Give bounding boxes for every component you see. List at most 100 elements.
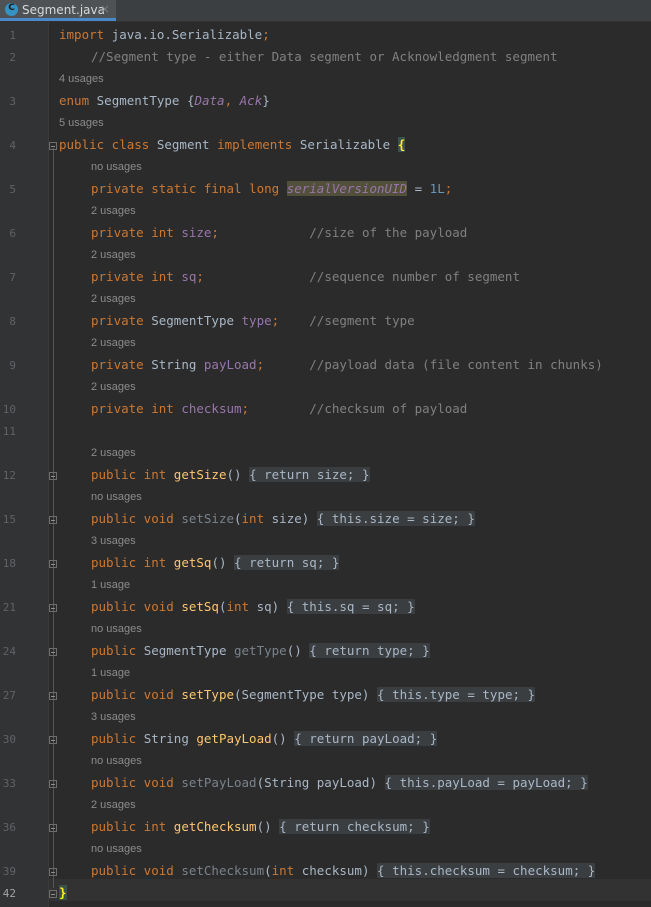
code-token: public void <box>91 599 182 614</box>
code-token: ; <box>407 819 415 834</box>
close-icon[interactable]: × <box>100 2 110 16</box>
fold-toggle-icon[interactable] <box>49 648 57 656</box>
code-token: Segment <box>156 137 218 152</box>
code-token: } <box>262 93 270 108</box>
gutter-separator <box>48 22 49 907</box>
code-token: setPayLoad <box>181 775 257 790</box>
code-line[interactable]: private int sq; //sequence number of seg… <box>91 269 520 284</box>
line-number: 18 <box>2 557 16 570</box>
code-token: { <box>309 643 325 658</box>
code-token: { <box>316 511 332 526</box>
code-token: return <box>264 467 317 482</box>
code-token: //payload data (file content in chunks) <box>309 357 603 372</box>
code-token: (SegmentType type) <box>234 687 377 702</box>
fold-toggle-icon[interactable] <box>49 472 57 480</box>
code-line[interactable]: import java.io.Serializable; <box>59 27 270 42</box>
line-number: 3 <box>9 95 16 108</box>
code-token: ; <box>211 225 219 240</box>
code-token: return <box>294 819 347 834</box>
usages-hint[interactable]: 2 usages <box>91 205 136 217</box>
tab-segment-java[interactable]: C Segment.java × <box>0 0 116 21</box>
fold-toggle-icon[interactable] <box>49 824 57 832</box>
line-number-gutter[interactable] <box>0 22 48 907</box>
code-token: private <box>91 313 152 328</box>
fold-toggle-icon[interactable] <box>49 736 57 744</box>
code-token: this <box>392 687 423 702</box>
code-token: { <box>234 555 250 570</box>
code-token: public int <box>91 555 174 570</box>
code-line[interactable]: public int getSq() { return sq; } <box>91 555 340 570</box>
usages-hint[interactable]: 4 usages <box>59 73 104 85</box>
code-token: private <box>91 357 152 372</box>
fold-toggle-icon[interactable] <box>49 516 57 524</box>
code-line[interactable]: public void setChecksum(int checksum) { … <box>91 863 596 878</box>
code-token: //Segment type - either Data segment or … <box>91 49 558 64</box>
code-line[interactable]: private String payLoad; //payload data (… <box>91 357 603 372</box>
usages-hint[interactable]: no usages <box>91 755 142 767</box>
usages-hint[interactable]: 2 usages <box>91 249 136 261</box>
code-line[interactable]: private int size; //size of the payload <box>91 225 467 240</box>
code-token: ; <box>407 643 415 658</box>
code-token: ; <box>241 401 250 416</box>
code-line[interactable]: private int checksum; //checksum of payl… <box>91 401 467 416</box>
code-line[interactable]: public int getSize() { return size; } <box>91 467 370 482</box>
usages-hint[interactable]: 2 usages <box>91 337 136 349</box>
usages-hint[interactable]: 5 usages <box>59 117 104 129</box>
code-line[interactable]: public String getPayLoad() { return payL… <box>91 731 438 746</box>
fold-toggle-icon[interactable] <box>49 890 57 898</box>
line-number: 12 <box>2 469 16 482</box>
code-token: () <box>271 731 295 746</box>
code-line[interactable]: } <box>59 885 67 900</box>
code-line[interactable]: private static final long serialVersionU… <box>91 181 452 196</box>
code-line[interactable]: enum SegmentType {Data, Ack} <box>59 93 270 108</box>
code-line[interactable]: private SegmentType type; //segment type <box>91 313 415 328</box>
usages-hint[interactable]: no usages <box>91 491 142 503</box>
code-line[interactable]: public void setSize(int size) { this.siz… <box>91 511 475 526</box>
line-number: 33 <box>2 777 16 790</box>
usages-hint[interactable]: 2 usages <box>91 799 136 811</box>
usages-hint[interactable]: no usages <box>91 161 142 173</box>
usages-hint[interactable]: 2 usages <box>91 381 136 393</box>
usages-hint[interactable]: 3 usages <box>91 711 136 723</box>
code-line[interactable]: public void setPayLoad(String payLoad) {… <box>91 775 588 790</box>
code-token: { <box>294 731 310 746</box>
code-token: { <box>397 137 406 152</box>
code-token: } <box>520 687 536 702</box>
usages-hint[interactable]: 1 usage <box>91 579 130 591</box>
code-token: //checksum of payload <box>309 401 468 416</box>
code-token: private int <box>91 401 182 416</box>
code-token: ; <box>452 511 460 526</box>
code-token: java.io.Serializable <box>111 27 263 42</box>
code-line[interactable]: //Segment type - either Data segment or … <box>91 49 558 64</box>
fold-toggle-icon[interactable] <box>49 780 57 788</box>
line-number: 24 <box>2 645 16 658</box>
fold-toggle-icon[interactable] <box>49 142 57 150</box>
fold-toggle-icon[interactable] <box>49 560 57 568</box>
line-number: 8 <box>9 315 16 328</box>
usages-hint[interactable]: no usages <box>91 623 142 635</box>
code-line[interactable]: public int getChecksum() { return checks… <box>91 819 430 834</box>
code-token: private int <box>91 269 182 284</box>
code-line[interactable]: public class Segment implements Serializ… <box>59 137 406 152</box>
code-token: //segment type <box>309 313 415 328</box>
usages-hint[interactable]: 1 usage <box>91 667 130 679</box>
code-token: = sq <box>354 599 393 614</box>
usages-hint[interactable]: no usages <box>91 843 142 855</box>
usages-hint[interactable]: 3 usages <box>91 535 136 547</box>
code-token: SegmentType <box>143 643 234 658</box>
line-number: 4 <box>9 139 16 152</box>
code-token: private int <box>91 225 182 240</box>
code-line[interactable]: public SegmentType getType() { return ty… <box>91 643 430 658</box>
code-token: = payLoad <box>489 775 566 790</box>
usages-hint[interactable]: 2 usages <box>91 447 136 459</box>
code-line[interactable]: public void setSq(int sq) { this.sq = sq… <box>91 599 415 614</box>
fold-toggle-icon[interactable] <box>49 692 57 700</box>
code-token: { <box>377 863 393 878</box>
code-token: return <box>324 643 378 658</box>
usages-hint[interactable]: 2 usages <box>91 293 136 305</box>
code-line[interactable]: public void setType(SegmentType type) { … <box>91 687 536 702</box>
fold-toggle-icon[interactable] <box>49 604 57 612</box>
fold-toggle-icon[interactable] <box>49 868 57 876</box>
